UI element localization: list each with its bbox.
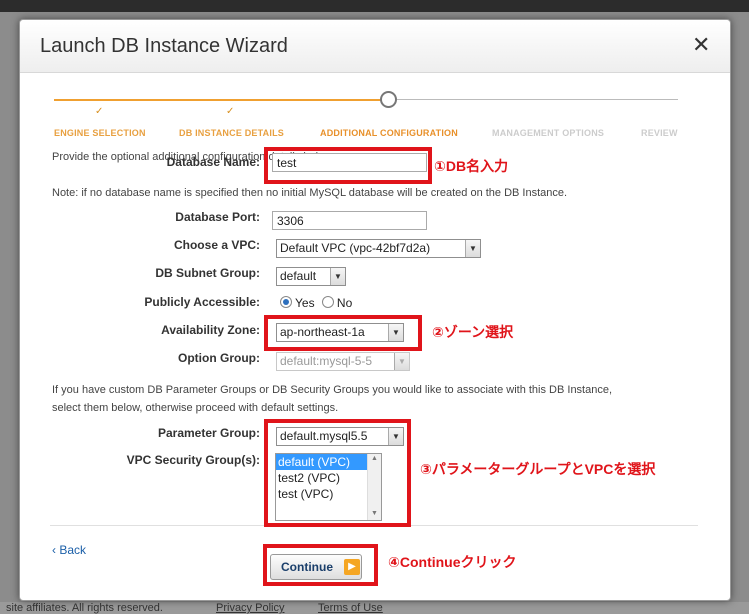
- back-link[interactable]: ‹ Back: [52, 543, 86, 557]
- background-topbar: [0, 0, 749, 12]
- step-review: REVIEW: [641, 128, 678, 138]
- step-engine-selection: ENGINE SELECTION: [54, 128, 146, 138]
- annotation-box-db-name: [264, 147, 432, 184]
- wizard-progress-fill: [54, 99, 384, 101]
- background-footer-text: site affiliates. All rights reserved.: [6, 602, 163, 614]
- subnet-group-label: DB Subnet Group:: [155, 266, 260, 280]
- privacy-policy-link[interactable]: Privacy Policy: [216, 602, 284, 614]
- annotation-box-zone: [264, 315, 422, 351]
- security-groups-label: VPC Security Group(s):: [126, 453, 260, 467]
- subnet-group-select[interactable]: default ▼: [276, 267, 346, 286]
- step-current-marker-icon: [380, 91, 397, 108]
- groups-info-line-1: If you have custom DB Parameter Groups o…: [52, 384, 613, 396]
- vpc-select-value: Default VPC (vpc-42bf7d2a): [280, 241, 431, 255]
- background-footer: site affiliates. All rights reserved. Pr…: [0, 602, 749, 614]
- annotation-continue: ④Continueクリック: [388, 554, 517, 570]
- chevron-down-icon: ▼: [465, 240, 480, 257]
- step-db-instance-details: DB INSTANCE DETAILS: [179, 128, 284, 138]
- availability-zone-label: Availability Zone:: [161, 323, 260, 337]
- step-done-check-icon: ✓: [95, 106, 104, 117]
- annotation-zone: ②ゾーン選択: [432, 324, 514, 340]
- option-group-select-value: default:mysql-5-5: [280, 354, 373, 368]
- publicly-accessible-radios: Yes No: [280, 296, 352, 310]
- publicly-accessible-label: Publicly Accessible:: [144, 295, 260, 309]
- subnet-group-select-value: default: [280, 269, 317, 283]
- annotation-box-groups: [264, 419, 411, 527]
- annotation-box-continue: [263, 544, 378, 586]
- option-group-select: default:mysql-5-5 ▼: [276, 352, 410, 371]
- annotation-db-name: ①DB名入力: [434, 158, 509, 174]
- database-name-note: Note: if no database name is specified t…: [52, 187, 568, 199]
- chevron-down-icon: ▼: [330, 268, 345, 285]
- vpc-select[interactable]: Default VPC (vpc-42bf7d2a) ▼: [276, 239, 481, 258]
- publicly-accessible-no-radio[interactable]: [321, 296, 334, 308]
- parameter-group-label: Parameter Group:: [157, 426, 260, 440]
- option-group-label: Option Group:: [178, 351, 260, 365]
- database-name-label: Database Name:: [166, 155, 260, 169]
- publicly-accessible-no-label: No: [336, 296, 353, 310]
- step-done-check-icon: ✓: [226, 106, 235, 117]
- terms-of-use-link[interactable]: Terms of Use: [318, 602, 383, 614]
- vpc-label: Choose a VPC:: [173, 238, 260, 252]
- publicly-accessible-yes-label: Yes: [295, 296, 315, 310]
- close-icon[interactable]: ✕: [692, 34, 710, 56]
- modal-title: Launch DB Instance Wizard: [40, 35, 288, 57]
- step-additional-configuration: ADDITIONAL CONFIGURATION: [320, 128, 458, 138]
- step-management-options: MANAGEMENT OPTIONS: [492, 128, 605, 138]
- chevron-down-icon: ▼: [394, 353, 409, 370]
- groups-info-line-2: select them below, otherwise proceed wit…: [52, 402, 339, 414]
- database-port-label: Database Port:: [175, 210, 260, 224]
- modal-header: Launch DB Instance Wizard ✕: [20, 20, 730, 73]
- database-port-input[interactable]: 3306: [272, 211, 427, 230]
- annotation-groups: ③パラメーターグループとVPCを選択: [420, 461, 656, 477]
- publicly-accessible-yes-radio[interactable]: [280, 296, 292, 308]
